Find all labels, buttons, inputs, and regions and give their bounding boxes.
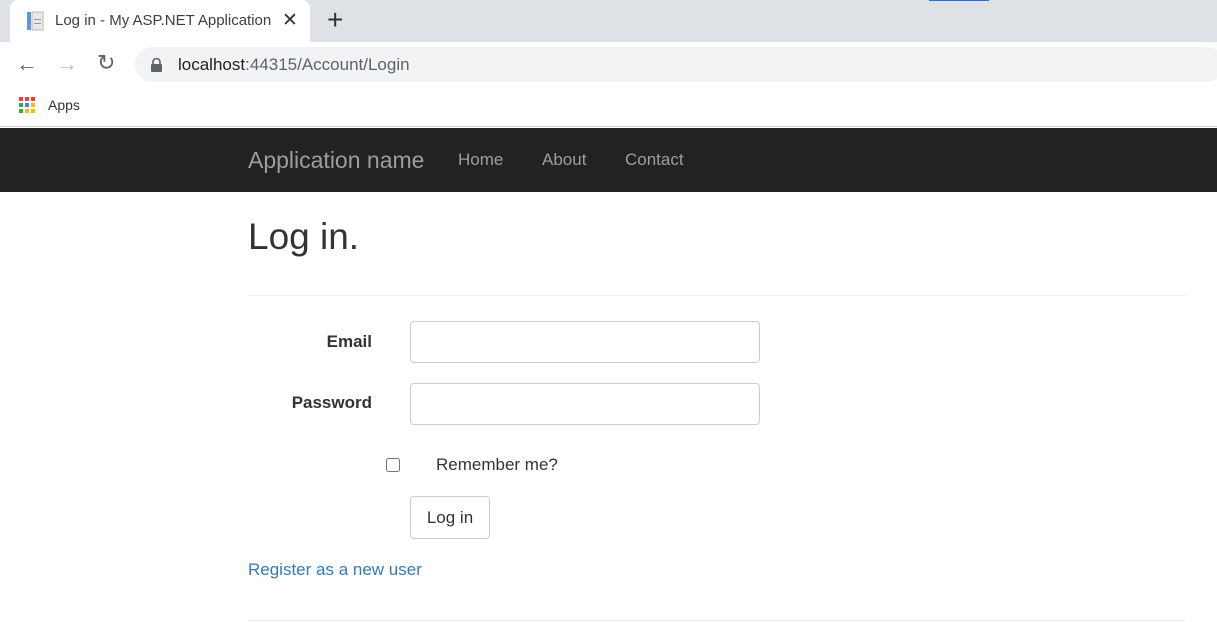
back-icon[interactable]: ← <box>16 51 38 77</box>
tab-title: Log in - My ASP.NET Application <box>55 12 272 29</box>
bookmarks-bar <box>0 88 1217 127</box>
url-host: localhost <box>178 55 246 74</box>
nav-home[interactable]: Home <box>458 150 503 170</box>
new-tab-icon[interactable]: + <box>327 4 343 36</box>
remember-me-label[interactable]: Remember me? <box>436 455 558 475</box>
footer-divider <box>248 620 1185 621</box>
navbar <box>0 128 1217 192</box>
forward-icon[interactable]: → <box>56 51 78 77</box>
divider <box>248 295 1185 296</box>
reload-icon[interactable]: ↻ <box>97 50 115 76</box>
page-favicon-icon <box>27 11 44 31</box>
login-button[interactable]: Log in <box>410 496 490 539</box>
lock-icon <box>151 58 162 72</box>
browser-tab[interactable]: Log in - My ASP.NET Application ✕ <box>10 0 310 42</box>
register-link[interactable]: Register as a new user <box>248 560 422 580</box>
close-tab-icon[interactable]: ✕ <box>282 9 298 32</box>
bookmark-apps[interactable]: Apps <box>48 97 80 113</box>
address-bar[interactable]: localhost:44315/Account/Login <box>135 47 1217 82</box>
url-path: :44315/Account/Login <box>245 55 410 74</box>
apps-grid-icon[interactable] <box>19 97 37 115</box>
email-field[interactable] <box>410 321 760 363</box>
email-label: Email <box>326 332 372 351</box>
nav-contact[interactable]: Contact <box>625 150 684 170</box>
tab-strip-indicator <box>929 0 989 1</box>
page-title: Log in. <box>248 216 360 257</box>
password-field[interactable] <box>410 383 760 425</box>
password-label: Password <box>291 393 372 412</box>
remember-me-checkbox[interactable] <box>386 458 400 472</box>
nav-about[interactable]: About <box>542 150 586 170</box>
navbar-brand[interactable]: Application name <box>248 147 424 174</box>
